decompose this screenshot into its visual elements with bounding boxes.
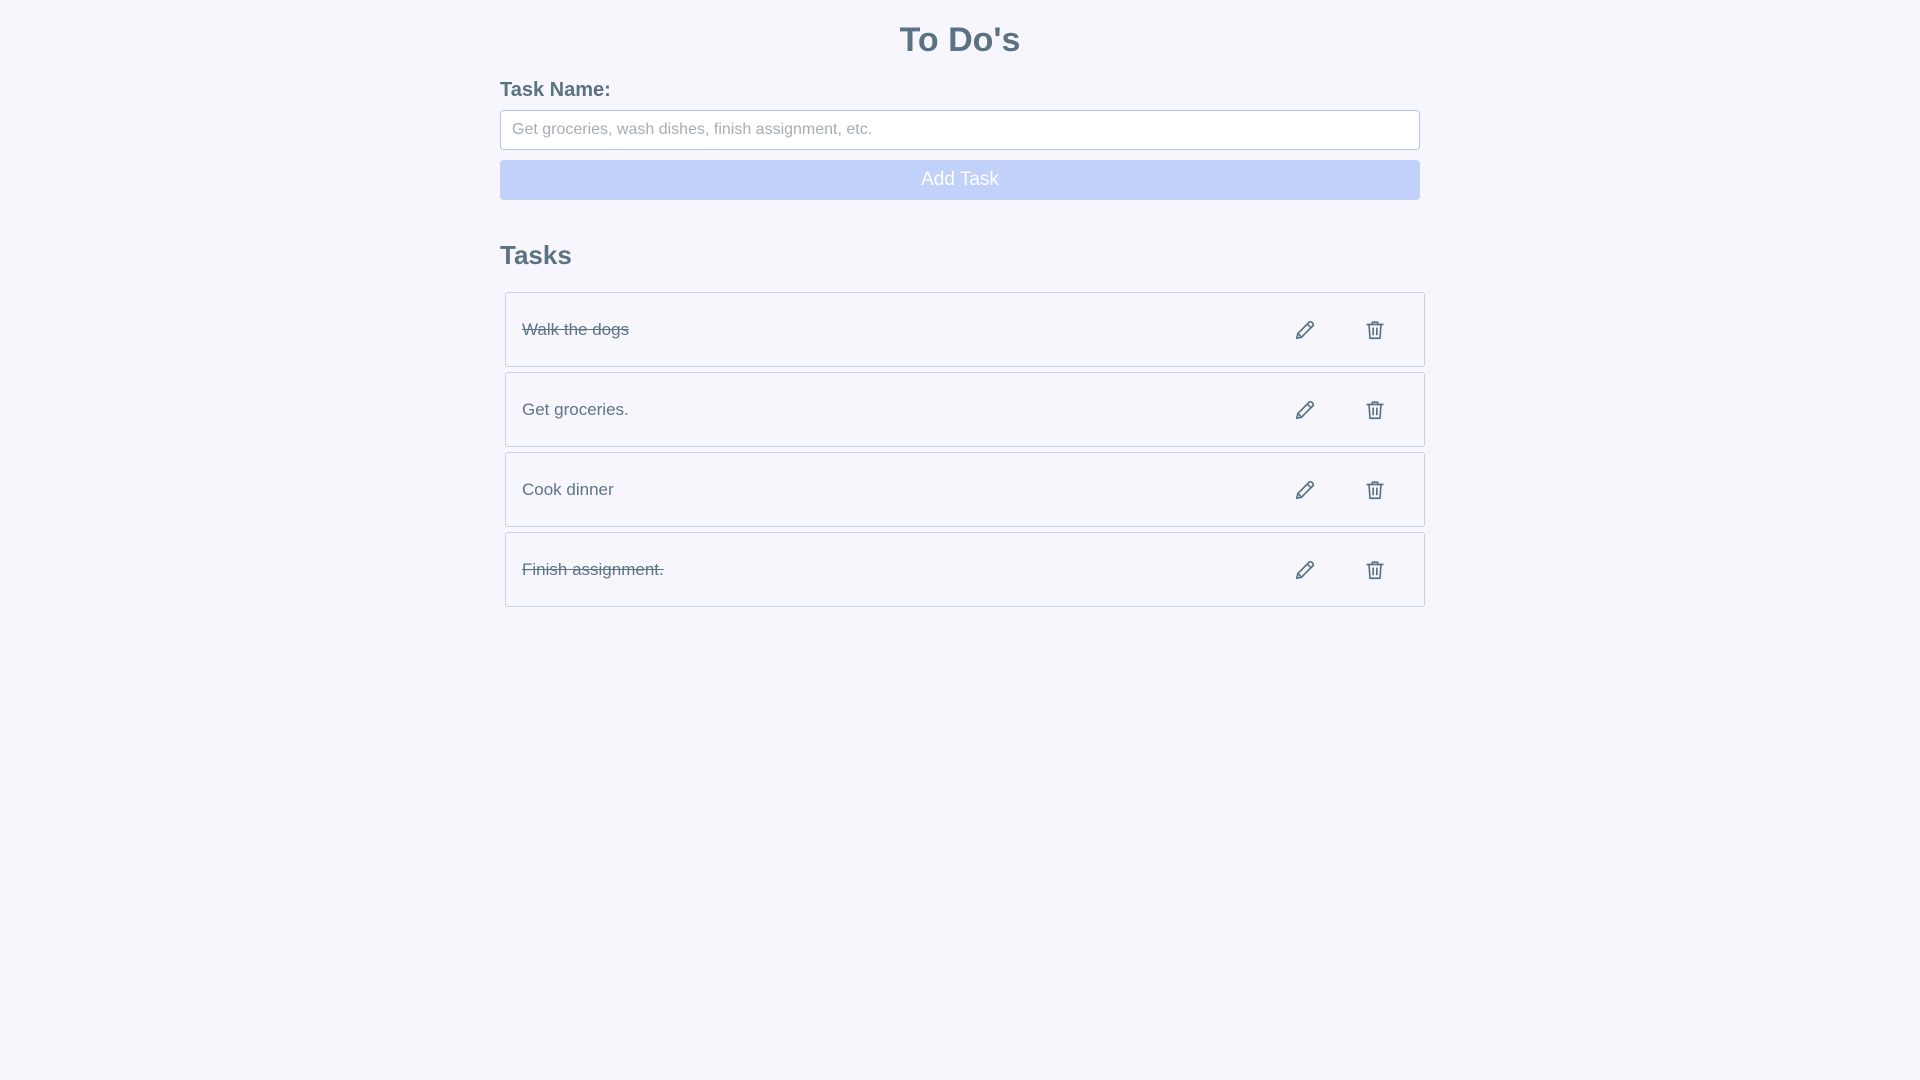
tasks-heading: Tasks xyxy=(500,240,572,270)
pencil-icon xyxy=(1294,399,1316,421)
delete-task-button[interactable] xyxy=(1357,392,1393,428)
trash-icon xyxy=(1364,559,1386,581)
todo-app: To Do's Task Name: Add Task Tasks Walk t… xyxy=(500,0,1425,612)
task-name-input[interactable] xyxy=(500,110,1420,150)
delete-task-button[interactable] xyxy=(1357,552,1393,588)
task-text[interactable]: Cook dinner xyxy=(522,453,614,526)
trash-icon xyxy=(1364,479,1386,501)
pencil-icon xyxy=(1294,319,1316,341)
trash-icon xyxy=(1364,319,1386,341)
pencil-icon xyxy=(1294,559,1316,581)
task-item[interactable]: Get groceries. xyxy=(505,372,1425,447)
edit-task-button[interactable] xyxy=(1287,552,1323,588)
edit-task-button[interactable] xyxy=(1287,312,1323,348)
edit-task-button[interactable] xyxy=(1287,392,1323,428)
edit-task-button[interactable] xyxy=(1287,472,1323,508)
task-item[interactable]: Finish assignment. xyxy=(505,532,1425,607)
task-name-label: Task Name: xyxy=(500,79,611,101)
delete-task-button[interactable] xyxy=(1357,472,1393,508)
task-item[interactable]: Walk the dogs xyxy=(505,292,1425,367)
task-text[interactable]: Walk the dogs xyxy=(522,293,629,366)
add-task-button[interactable]: Add Task xyxy=(500,160,1420,200)
page-title: To Do's xyxy=(899,21,1021,59)
trash-icon xyxy=(1364,399,1386,421)
task-item[interactable]: Cook dinner xyxy=(505,452,1425,527)
task-text[interactable]: Finish assignment. xyxy=(522,533,664,606)
task-list: Walk the dogs Get groceries. Cook dinner… xyxy=(505,292,1425,607)
task-text[interactable]: Get groceries. xyxy=(522,373,629,446)
pencil-icon xyxy=(1294,479,1316,501)
delete-task-button[interactable] xyxy=(1357,312,1393,348)
